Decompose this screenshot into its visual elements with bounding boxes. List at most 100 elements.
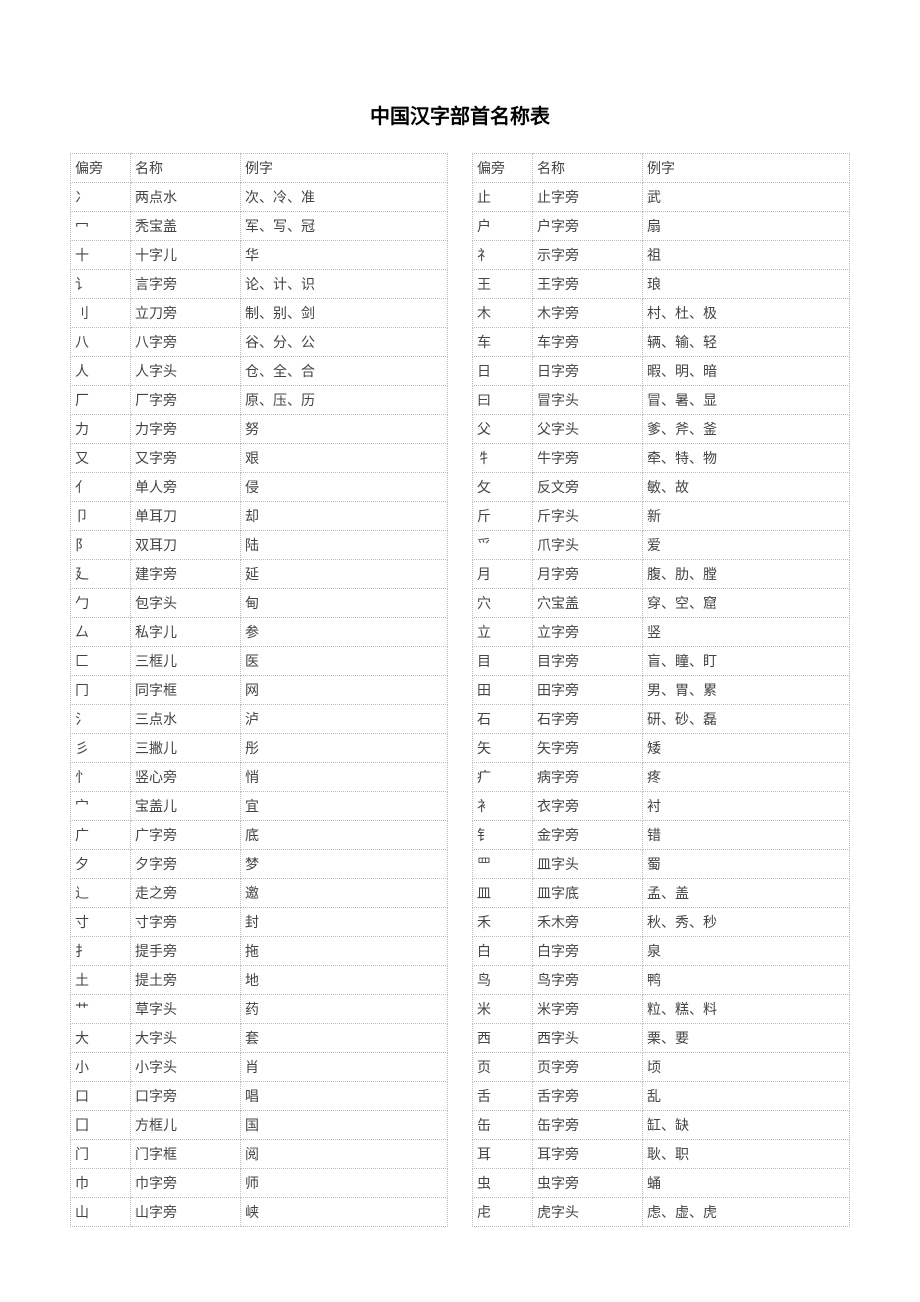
- table-row: 牜牛字旁牵、特、物: [473, 444, 850, 473]
- radical-cell: 王: [473, 270, 533, 299]
- radical-cell: 舌: [473, 1082, 533, 1111]
- radical-cell: 疒: [473, 763, 533, 792]
- radical-cell: 冫: [71, 183, 131, 212]
- radical-cell: 田: [473, 676, 533, 705]
- radical-cell: 氵: [71, 705, 131, 734]
- header-cell-name: 名称: [131, 154, 241, 183]
- radical-cell: 辶: [71, 879, 131, 908]
- example-cell: 拖: [241, 937, 448, 966]
- radical-cell: 户: [473, 212, 533, 241]
- table-row: 艹草字头药: [71, 995, 448, 1024]
- table-row: 礻示字旁祖: [473, 241, 850, 270]
- name-cell: 牛字旁: [533, 444, 643, 473]
- example-cell: 暇、明、暗: [643, 357, 850, 386]
- name-cell: 三框儿: [131, 647, 241, 676]
- radical-cell: 八: [71, 328, 131, 357]
- name-cell: 止字旁: [533, 183, 643, 212]
- name-cell: 斤字头: [533, 502, 643, 531]
- radical-cell: 虍: [473, 1198, 533, 1227]
- name-cell: 王字旁: [533, 270, 643, 299]
- name-cell: 大字头: [131, 1024, 241, 1053]
- table-row: 门门字框阅: [71, 1140, 448, 1169]
- radical-cell: 鸟: [473, 966, 533, 995]
- name-cell: 立刀旁: [131, 299, 241, 328]
- radical-cell: 钅: [473, 821, 533, 850]
- example-cell: 衬: [643, 792, 850, 821]
- table-row: 匚三框儿医: [71, 647, 448, 676]
- example-cell: 耿、职: [643, 1140, 850, 1169]
- name-cell: 日字旁: [533, 357, 643, 386]
- name-cell: 金字旁: [533, 821, 643, 850]
- example-cell: 论、计、识: [241, 270, 448, 299]
- table-row: 罒皿字头蜀: [473, 850, 850, 879]
- radical-cell: 止: [473, 183, 533, 212]
- header-cell-name: 名称: [533, 154, 643, 183]
- example-cell: 原、压、历: [241, 386, 448, 415]
- name-cell: 虎字头: [533, 1198, 643, 1227]
- table-row: 穴穴宝盖穿、空、窟: [473, 589, 850, 618]
- radical-cell: 立: [473, 618, 533, 647]
- name-cell: 耳字旁: [533, 1140, 643, 1169]
- name-cell: 皿字底: [533, 879, 643, 908]
- radical-cell: 忄: [71, 763, 131, 792]
- example-cell: 封: [241, 908, 448, 937]
- name-cell: 舌字旁: [533, 1082, 643, 1111]
- radical-cell: 米: [473, 995, 533, 1024]
- example-cell: 延: [241, 560, 448, 589]
- table-row: 缶缶字旁缸、缺: [473, 1111, 850, 1140]
- name-cell: 爪字头: [533, 531, 643, 560]
- name-cell: 鸟字旁: [533, 966, 643, 995]
- name-cell: 门字框: [131, 1140, 241, 1169]
- name-cell: 私字儿: [131, 618, 241, 647]
- table-row: 土提土旁地: [71, 966, 448, 995]
- example-cell: 冒、暑、显: [643, 386, 850, 415]
- table-row: 白白字旁泉: [473, 937, 850, 966]
- table-row: 小小字头肖: [71, 1053, 448, 1082]
- table-row: 疒病字旁疼: [473, 763, 850, 792]
- radical-cell: 阝: [71, 531, 131, 560]
- table-row: 衤衣字旁衬: [473, 792, 850, 821]
- radical-cell: 目: [473, 647, 533, 676]
- name-cell: 三点水: [131, 705, 241, 734]
- table-row: 广广字旁底: [71, 821, 448, 850]
- radical-cell: 木: [473, 299, 533, 328]
- example-cell: 爱: [643, 531, 850, 560]
- radical-cell: 寸: [71, 908, 131, 937]
- table-row: 辶走之旁邀: [71, 879, 448, 908]
- radical-cell: 小: [71, 1053, 131, 1082]
- radical-cell: 车: [473, 328, 533, 357]
- radical-cell: 山: [71, 1198, 131, 1227]
- left-table: 偏旁名称例字冫两点水次、冷、准冖秃宝盖军、写、冠十十字儿华讠言字旁论、计、识刂立…: [70, 153, 448, 1227]
- name-cell: 宝盖儿: [131, 792, 241, 821]
- name-cell: 西字头: [533, 1024, 643, 1053]
- radical-cell: 亻: [71, 473, 131, 502]
- example-cell: 敏、故: [643, 473, 850, 502]
- table-row: 舌舌字旁乱: [473, 1082, 850, 1111]
- name-cell: 反文旁: [533, 473, 643, 502]
- example-cell: 医: [241, 647, 448, 676]
- name-cell: 页字旁: [533, 1053, 643, 1082]
- table-row: 皿皿字底孟、盖: [473, 879, 850, 908]
- table-row: 氵三点水泸: [71, 705, 448, 734]
- example-cell: 阅: [241, 1140, 448, 1169]
- name-cell: 提手旁: [131, 937, 241, 966]
- table-row: 大大字头套: [71, 1024, 448, 1053]
- example-cell: 药: [241, 995, 448, 1024]
- name-cell: 车字旁: [533, 328, 643, 357]
- example-cell: 盲、瞳、盯: [643, 647, 850, 676]
- name-cell: 提土旁: [131, 966, 241, 995]
- table-row: 禾禾木旁秋、秀、秒: [473, 908, 850, 937]
- name-cell: 巾字旁: [131, 1169, 241, 1198]
- radical-cell: 礻: [473, 241, 533, 270]
- radical-cell: 土: [71, 966, 131, 995]
- name-cell: 广字旁: [131, 821, 241, 850]
- name-cell: 冒字头: [533, 386, 643, 415]
- example-cell: 国: [241, 1111, 448, 1140]
- radical-cell: 十: [71, 241, 131, 270]
- example-cell: 次、冷、准: [241, 183, 448, 212]
- table-row: 目目字旁盲、瞳、盯: [473, 647, 850, 676]
- example-cell: 武: [643, 183, 850, 212]
- name-cell: 衣字旁: [533, 792, 643, 821]
- example-cell: 研、砂、磊: [643, 705, 850, 734]
- header-cell-example: 例字: [643, 154, 850, 183]
